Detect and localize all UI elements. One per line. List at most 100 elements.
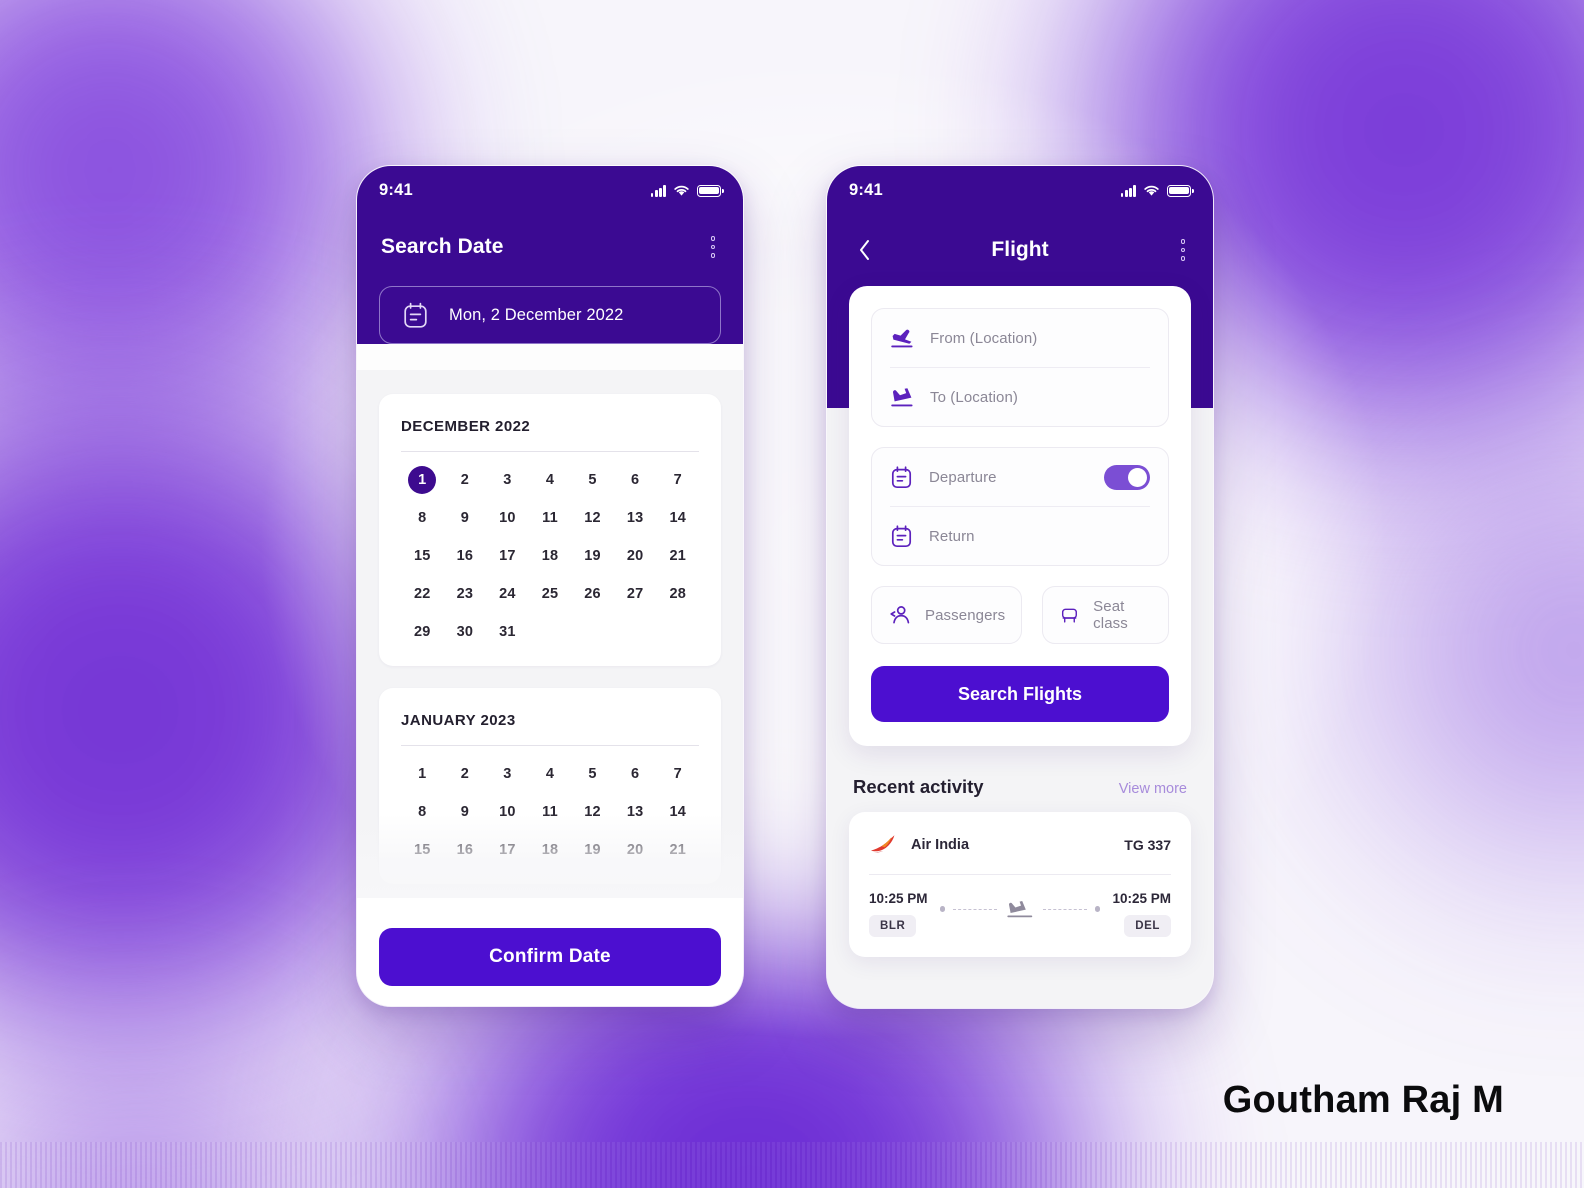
return-field[interactable]: Return: [872, 507, 1168, 565]
calendar-day[interactable]: 10: [486, 504, 529, 532]
calendar-day[interactable]: 18: [529, 542, 572, 570]
calendar-day[interactable]: 20: [614, 836, 657, 864]
status-bar-icons: [1120, 184, 1194, 197]
departure-toggle[interactable]: [1104, 464, 1150, 490]
calendar-day[interactable]: 12: [571, 504, 614, 532]
calendar-day[interactable]: 3: [486, 760, 529, 788]
passengers-icon: [890, 606, 910, 624]
divider: [869, 874, 1171, 875]
calendar-day[interactable]: 20: [614, 542, 657, 570]
divider: [401, 745, 699, 746]
calendar-day[interactable]: 5: [571, 466, 614, 494]
route-group: From (Location) To (Location): [871, 308, 1169, 427]
calendar-day[interactable]: 24: [486, 580, 529, 608]
calendar-day[interactable]: 7: [656, 760, 699, 788]
calendar-day[interactable]: 12: [571, 798, 614, 826]
path-dash: [953, 908, 997, 910]
calendar-day[interactable]: 21: [656, 836, 699, 864]
date-input[interactable]: Mon, 2 December 2022: [379, 286, 721, 344]
kebab-menu-icon[interactable]: [707, 232, 720, 262]
from-location-field[interactable]: From (Location): [872, 309, 1168, 367]
passengers-label: Passengers: [925, 606, 1006, 624]
back-button[interactable]: [851, 237, 877, 263]
view-more-link[interactable]: View more: [1119, 781, 1187, 797]
to-location-field[interactable]: To (Location): [872, 368, 1168, 426]
seat-class-field[interactable]: Seat class: [1042, 586, 1169, 644]
calendar-scroll-area[interactable]: DECEMBER 2022 1 2 3 4 5 6 7 8 9 10 11 12 13 14 15 16 17 18…: [357, 370, 743, 898]
calendar-day[interactable]: 26: [571, 580, 614, 608]
calendar-day[interactable]: 28: [656, 580, 699, 608]
calendar-day[interactable]: 22: [401, 580, 444, 608]
phone-mockup-search-date: 9:41 Search Date Mon, 2 December 2022 DE…: [357, 166, 743, 1006]
calendar-day[interactable]: 4: [529, 466, 572, 494]
calendar-day[interactable]: 15: [401, 836, 444, 864]
status-bar-clock: 9:41: [379, 180, 413, 199]
confirm-date-button[interactable]: Confirm Date: [379, 928, 721, 986]
calendar-day[interactable]: 17: [486, 542, 529, 570]
calendar-day[interactable]: 2: [444, 760, 487, 788]
from-location-placeholder: From (Location): [930, 329, 1038, 347]
calendar-day[interactable]: 10: [486, 798, 529, 826]
calendar-day[interactable]: 19: [571, 542, 614, 570]
calendar-day[interactable]: 31: [486, 618, 529, 646]
calendar-day[interactable]: 2: [444, 466, 487, 494]
calendar-day[interactable]: 7: [656, 466, 699, 494]
status-bar: 9:41: [827, 166, 1213, 214]
calendar-day[interactable]: 14: [656, 798, 699, 826]
calendar-day[interactable]: 8: [401, 504, 444, 532]
calendar-day[interactable]: 13: [614, 504, 657, 532]
calendar-day[interactable]: 11: [529, 504, 572, 532]
signal-bars-icon: [1120, 185, 1136, 197]
calendar-day[interactable]: 4: [529, 760, 572, 788]
wifi-icon: [674, 185, 689, 196]
calendar-day[interactable]: 17: [486, 836, 529, 864]
wifi-icon: [1144, 185, 1159, 196]
calendar-month-card: JANUARY 2023 1 2 3 4 5 6 7 8 9 10 11 12 13 14 15 16 17 18 1…: [379, 688, 721, 884]
search-flights-button[interactable]: Search Flights: [871, 666, 1169, 722]
calendar-day[interactable]: 16: [444, 542, 487, 570]
calendar-day[interactable]: 1: [401, 760, 444, 788]
calendar-day[interactable]: 11: [529, 798, 572, 826]
calendar-day[interactable]: 16: [444, 836, 487, 864]
header-flight: Flight: [827, 214, 1213, 286]
recent-activity-title: Recent activity: [853, 776, 984, 797]
calendar-day[interactable]: 15: [401, 542, 444, 570]
calendar-day[interactable]: 23: [444, 580, 487, 608]
arrival-time: 10:25 PM: [1112, 891, 1171, 906]
calendar-day[interactable]: 21: [656, 542, 699, 570]
calendar-day[interactable]: 5: [571, 760, 614, 788]
return-label: Return: [929, 527, 975, 545]
departure-airport-code: BLR: [869, 915, 917, 937]
calendar-day[interactable]: 6: [614, 466, 657, 494]
recent-flight-item[interactable]: Air India TG 337 10:25 PM BLR 10:25 PM D…: [849, 812, 1191, 957]
signal-bars-icon: [650, 185, 666, 197]
arrival-airport-code: DEL: [1124, 915, 1171, 937]
flight-search-card: From (Location) To (Location) Departure …: [849, 286, 1191, 746]
calendar-day[interactable]: 18: [529, 836, 572, 864]
calendar-day[interactable]: 29: [401, 618, 444, 646]
background-veil: [0, 0, 1584, 1188]
passengers-field[interactable]: Passengers: [871, 586, 1023, 644]
calendar-day[interactable]: 9: [444, 798, 487, 826]
calendar-day[interactable]: 6: [614, 760, 657, 788]
kebab-menu-icon[interactable]: [1177, 235, 1190, 265]
calendar-day[interactable]: 30: [444, 618, 487, 646]
flight-path: [928, 891, 1113, 919]
calendar-day[interactable]: 19: [571, 836, 614, 864]
calendar-day[interactable]: 8: [401, 798, 444, 826]
air-india-logo-icon: [871, 835, 895, 853]
header-search-date: Search Date Mon, 2 December 2022: [357, 214, 743, 344]
calendar-day[interactable]: 14: [656, 504, 699, 532]
flight-item-header: Air India TG 337: [869, 828, 1171, 862]
calendar-day[interactable]: 13: [614, 798, 657, 826]
calendar-day[interactable]: 9: [444, 504, 487, 532]
plane-landing-icon: [1007, 901, 1033, 918]
plane-takeoff-icon: [891, 329, 913, 348]
calendar-day[interactable]: 25: [529, 580, 572, 608]
departure-field[interactable]: Departure: [872, 448, 1168, 506]
to-location-placeholder: To (Location): [930, 388, 1019, 406]
calendar-day-selected[interactable]: 1: [408, 466, 437, 494]
calendar-day[interactable]: 27: [614, 580, 657, 608]
chevron-left-icon: [859, 240, 869, 260]
calendar-day[interactable]: 3: [486, 466, 529, 494]
